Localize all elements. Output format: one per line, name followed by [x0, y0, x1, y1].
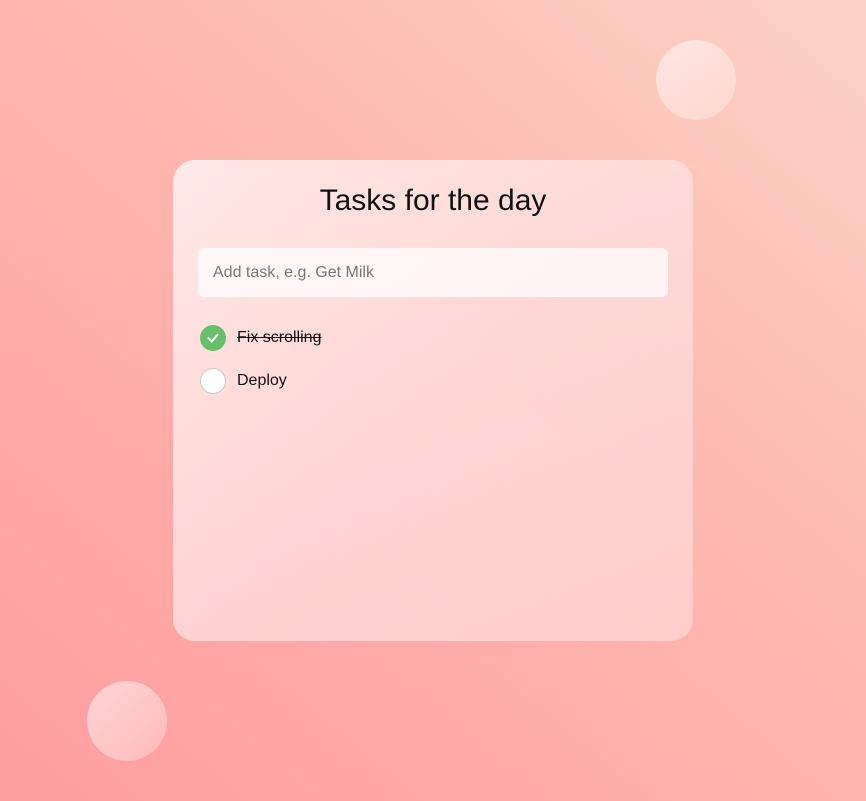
task-item-fix-scrolling[interactable]: Fix scrolling [200, 324, 321, 352]
checkmark-icon [207, 333, 219, 343]
task-checkbox-unchecked[interactable] [200, 368, 226, 394]
task-checkbox-checked[interactable] [200, 325, 226, 351]
task-label: Deploy [237, 372, 287, 389]
decorative-bubble-bottom [87, 681, 167, 761]
task-label: Fix scrolling [237, 329, 322, 346]
decorative-bubble-top [656, 40, 736, 120]
add-task-input[interactable] [198, 248, 668, 297]
page-title: Tasks for the day [319, 184, 547, 217]
task-list: Fix scrolling Deploy [200, 324, 321, 410]
task-card: Tasks for the day Fix scrolling Deploy [173, 160, 693, 641]
task-item-deploy[interactable]: Deploy [200, 367, 321, 395]
